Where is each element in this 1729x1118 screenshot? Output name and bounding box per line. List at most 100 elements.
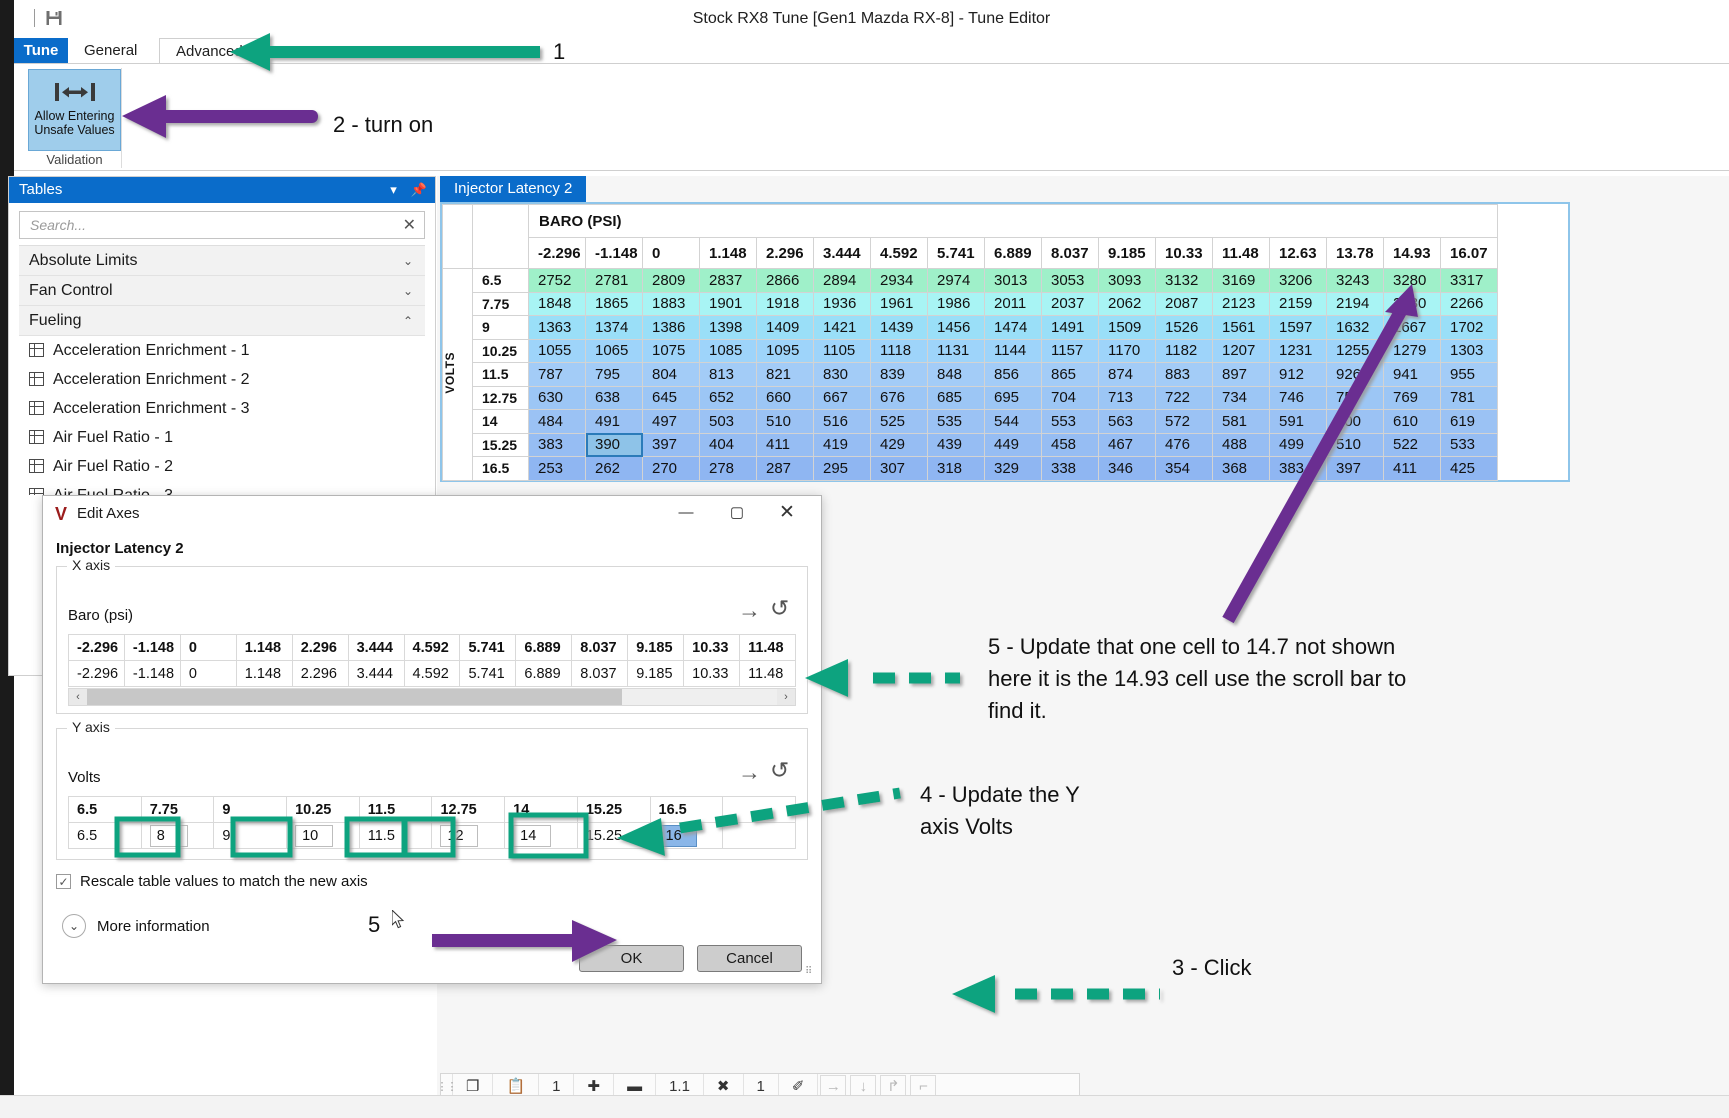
- table-cell[interactable]: 1509: [1098, 315, 1156, 340]
- table-cell[interactable]: 1131: [927, 338, 985, 363]
- table-cell[interactable]: 1303: [1440, 338, 1498, 363]
- table-cell[interactable]: 318: [927, 456, 985, 481]
- y-axis-input[interactable]: 14: [513, 824, 552, 847]
- table-cell[interactable]: 839: [870, 362, 928, 387]
- x-axis-value-cell[interactable]: 1.148: [235, 660, 293, 687]
- column-header[interactable]: 4.592: [870, 237, 928, 269]
- table-cell[interactable]: 848: [927, 362, 985, 387]
- table-cell[interactable]: 429: [870, 432, 928, 457]
- table-cell[interactable]: 368: [1212, 456, 1270, 481]
- table-cell[interactable]: 1597: [1269, 315, 1327, 340]
- table-cell[interactable]: 1118: [870, 338, 928, 363]
- tables-group-fan-control[interactable]: Fan Control ⌄: [19, 276, 425, 306]
- y-axis-input[interactable]: 8: [149, 824, 188, 847]
- table-cell[interactable]: 1918: [756, 291, 814, 316]
- row-header[interactable]: 16.5: [472, 456, 529, 481]
- x-axis-value-cell[interactable]: 8.037: [571, 660, 629, 687]
- ribbon-tab-tune[interactable]: Tune: [14, 38, 68, 64]
- scroll-left-icon[interactable]: ‹: [69, 689, 87, 705]
- y-axis-input[interactable]: 12: [440, 824, 479, 847]
- table-cell[interactable]: 2230: [1383, 291, 1441, 316]
- table-cell[interactable]: 769: [1383, 385, 1441, 410]
- table-cell[interactable]: 1255: [1326, 338, 1384, 363]
- row-header[interactable]: 11.5: [472, 362, 529, 387]
- x-axis-value-cell[interactable]: 6.889: [515, 660, 573, 687]
- table-cell[interactable]: 2011: [984, 291, 1042, 316]
- x-axis-value-cell[interactable]: 9.185: [627, 660, 685, 687]
- table-cell[interactable]: 600: [1326, 409, 1384, 434]
- table-cell[interactable]: 704: [1041, 385, 1099, 410]
- table-cell[interactable]: 1085: [699, 338, 757, 363]
- table-cell[interactable]: 2159: [1269, 291, 1327, 316]
- table-row[interactable]: 14 484 491 497 503 510 516 525 535 544 553 563 572 58…: [443, 409, 1498, 434]
- x-axis-reset-icon[interactable]: ↺: [770, 595, 789, 622]
- column-header[interactable]: 8.037: [1041, 237, 1099, 269]
- table-cell[interactable]: 262: [585, 456, 643, 481]
- table-cell[interactable]: 563: [1098, 409, 1156, 434]
- table-cell[interactable]: 458: [1041, 432, 1099, 457]
- list-item[interactable]: Acceleration Enrichment - 1: [19, 336, 425, 365]
- column-header[interactable]: 14.93: [1383, 237, 1441, 269]
- table-cell[interactable]: 1105: [813, 338, 871, 363]
- x-axis-value-cell[interactable]: 11.48: [739, 660, 796, 687]
- table-cell[interactable]: 411: [1383, 456, 1441, 481]
- scroll-right-icon[interactable]: ›: [777, 689, 795, 705]
- more-information-row[interactable]: ⌄ More information: [62, 914, 210, 938]
- table-cell[interactable]: 383: [528, 432, 586, 457]
- table-cell[interactable]: 926: [1326, 362, 1384, 387]
- list-item[interactable]: Air Fuel Ratio - 1: [19, 423, 425, 452]
- table-cell[interactable]: 1474: [984, 315, 1042, 340]
- column-header[interactable]: -1.148: [585, 237, 643, 269]
- table-cell[interactable]: 329: [984, 456, 1042, 481]
- table-cell[interactable]: 676: [870, 385, 928, 410]
- list-item[interactable]: Air Fuel Ratio - 2: [19, 452, 425, 481]
- x-axis-horizontal-scrollbar[interactable]: ‹ ›: [68, 688, 796, 706]
- table-cell[interactable]: 734: [1212, 385, 1270, 410]
- y-axis-input[interactable]: 10: [295, 824, 334, 847]
- table-cell[interactable]: 3053: [1041, 268, 1099, 293]
- table-cell[interactable]: 354: [1155, 456, 1213, 481]
- table-cell[interactable]: 1055: [528, 338, 586, 363]
- table-cell[interactable]: 467: [1098, 432, 1156, 457]
- table-cell[interactable]: 1374: [585, 315, 643, 340]
- table-cell[interactable]: 619: [1440, 409, 1498, 434]
- table-cell[interactable]: 685: [927, 385, 985, 410]
- cancel-button[interactable]: Cancel: [697, 945, 802, 972]
- table-cell[interactable]: 1095: [756, 338, 814, 363]
- table-cell[interactable]: 1065: [585, 338, 643, 363]
- allow-entering-unsafe-values-button[interactable]: Allow Entering Unsafe Values: [28, 69, 121, 151]
- table-cell[interactable]: 2781: [585, 268, 643, 293]
- column-header[interactable]: 5.741: [927, 237, 985, 269]
- table-cell[interactable]: 2062: [1098, 291, 1156, 316]
- table-cell[interactable]: 3093: [1098, 268, 1156, 293]
- y-axis-apply-arrow-right-icon[interactable]: →: [738, 759, 761, 786]
- row-header[interactable]: 6.5: [472, 268, 529, 293]
- table-cell[interactable]: 581: [1212, 409, 1270, 434]
- table-cell[interactable]: 1702: [1440, 315, 1498, 340]
- table-row[interactable]: 16.5 253 262 270 278 287 295 307 318 329 338 346 354…: [443, 456, 1498, 481]
- rescale-checkbox[interactable]: ✓: [56, 874, 71, 889]
- chevron-down-icon[interactable]: ▾: [390, 177, 397, 203]
- table-cell[interactable]: 497: [642, 409, 700, 434]
- table-cell[interactable]: 488: [1212, 432, 1270, 457]
- table-cell[interactable]: 491: [585, 409, 643, 434]
- table-cell[interactable]: 1632: [1326, 315, 1384, 340]
- x-axis-value-cell[interactable]: 0: [179, 660, 237, 687]
- y-axis-input[interactable]: 16: [658, 824, 697, 847]
- tables-group-absolute-limits[interactable]: Absolute Limits ⌄: [19, 246, 425, 276]
- scrollbar-thumb[interactable]: [87, 689, 622, 705]
- y-axis-value-cell-selected[interactable]: 16: [649, 822, 724, 849]
- table-cell[interactable]: 865: [1041, 362, 1099, 387]
- table-cell[interactable]: 660: [756, 385, 814, 410]
- table-cell[interactable]: 525: [870, 409, 928, 434]
- table-cell[interactable]: 2123: [1212, 291, 1270, 316]
- table-cell[interactable]: 667: [813, 385, 871, 410]
- table-cell[interactable]: 2934: [870, 268, 928, 293]
- table-cell[interactable]: 397: [642, 432, 700, 457]
- table-cell[interactable]: 955: [1440, 362, 1498, 387]
- table-cell[interactable]: 1961: [870, 291, 928, 316]
- table-cell[interactable]: 1491: [1041, 315, 1099, 340]
- table-cell[interactable]: 1936: [813, 291, 871, 316]
- y-axis-value-cell[interactable]: 11.5: [358, 822, 433, 849]
- table-cell[interactable]: 499: [1269, 432, 1327, 457]
